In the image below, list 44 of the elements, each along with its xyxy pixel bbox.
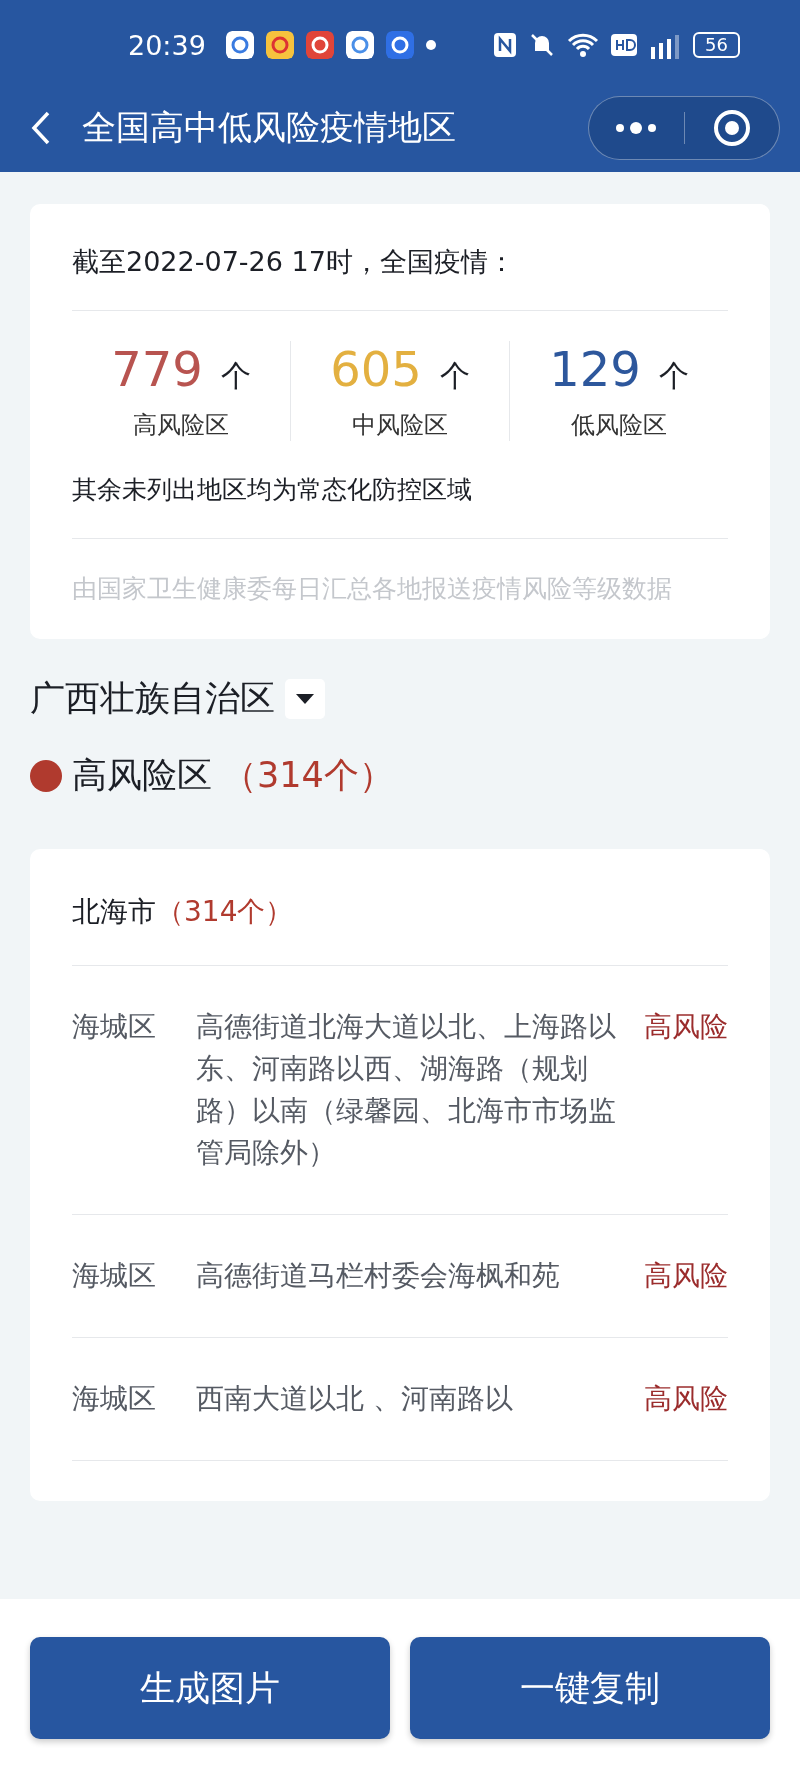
action-button[interactable]: 一键复制	[410, 1637, 770, 1739]
app-notification-icon	[305, 31, 334, 59]
district-cell-text: 海城区	[72, 1258, 157, 1294]
dropdown-button[interactable]	[285, 678, 325, 719]
wifi-icon	[567, 32, 600, 58]
app-notification-icon	[385, 31, 414, 59]
battery-level: 56	[693, 32, 740, 58]
caret-icon	[295, 692, 315, 705]
district-cell-text: 海城区	[72, 1381, 157, 1417]
summary-heading: 截至2022-07-26 17时，全国疫情：	[72, 204, 728, 311]
status-time: 20:39	[128, 29, 206, 61]
page-title: 全国高中低风险疫情地区	[82, 106, 457, 149]
city-name: 北海市	[72, 894, 156, 930]
app-notification-icon	[225, 31, 254, 59]
area-cell-text: 高德街道北海大道以北、上海路以东、河南路以西、湖海路（规划路）以南（绿馨园、北海市市场监管局除外）	[196, 1009, 617, 1171]
risk-count: 779	[111, 341, 203, 397]
risk-level-title: 高风险区	[72, 754, 212, 797]
app-notification-icon	[345, 31, 374, 59]
risk-label: 低风险区	[571, 410, 667, 441]
unit-label: 个	[220, 357, 251, 395]
risk-cell-text: 高风险	[644, 1009, 728, 1045]
hd-icon	[611, 34, 638, 56]
unit-label: 个	[439, 357, 470, 395]
district-cell-text: 海城区	[72, 1009, 157, 1045]
risk-cell-text: 高风险	[644, 1381, 728, 1417]
risk-count: 605	[330, 341, 422, 397]
dot-icon	[425, 40, 436, 50]
back-icon[interactable]	[30, 110, 52, 146]
unit-label: 个	[658, 357, 689, 395]
nfc-icon	[493, 32, 518, 58]
risk-label: 高风险区	[133, 410, 229, 441]
area-cell-text: 高德街道马栏村委会海枫和苑	[196, 1258, 561, 1294]
note-text: 其余未列出地区均为常态化防控区域	[72, 461, 728, 539]
app-notification-icon	[265, 31, 294, 59]
area-cell-text: 西南大道以北 、河南路以	[196, 1381, 514, 1417]
risk-label: 中风险区	[352, 410, 448, 441]
risk-cell-text: 高风险	[644, 1258, 728, 1294]
risk-count: 129	[549, 341, 641, 397]
action-button[interactable]: 生成图片	[30, 1637, 390, 1739]
city-count: （314个）	[156, 894, 294, 930]
region-name: 广西壮族自治区	[30, 677, 275, 720]
source-text: 由国家卫生健康委每日汇总各地报送疫情风险等级数据	[72, 573, 673, 605]
more-icon[interactable]	[614, 121, 659, 135]
risk-level-count: （314个）	[222, 754, 394, 797]
